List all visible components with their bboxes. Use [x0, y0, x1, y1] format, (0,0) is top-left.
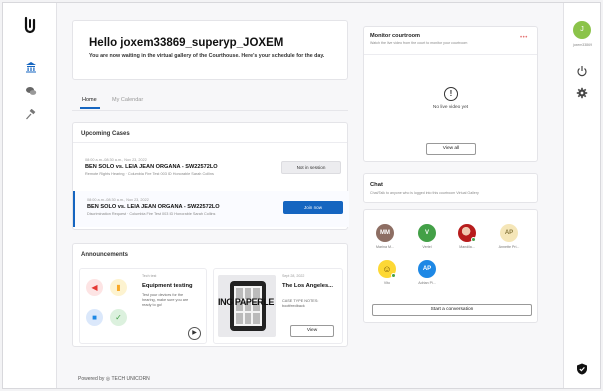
image-headline: ING PAPERLE: [218, 297, 274, 307]
tab-my-calendar[interactable]: My Calendar: [112, 97, 143, 103]
monitor-title: Monitor courtroom: [370, 33, 421, 39]
chat-bubbles-icon[interactable]: [25, 85, 37, 97]
audio-test-icon: ◀: [86, 279, 103, 296]
participant[interactable]: MM Marina M...: [372, 224, 398, 252]
view-announcement-button[interactable]: View: [290, 325, 334, 337]
participants-card: MM Marina M... V Vertel Mandila... AP An…: [363, 209, 538, 323]
microphone-test-icon: ▮: [110, 279, 127, 296]
settings-gear-icon[interactable]: [575, 87, 589, 101]
announcements-title: Announcements: [81, 252, 129, 258]
announcement-equipment-testing[interactable]: ◀ ▮ ■ ✓ Tech test Equipment testing Test…: [79, 268, 207, 344]
participant[interactable]: AP Adrian Pi...: [414, 260, 440, 288]
announcement-title: The Los Angeles...: [282, 283, 334, 289]
case-name: BEN SOLO vs. LEIA JEAN ORGANA - SW22572L…: [85, 164, 218, 170]
announcement-label: Tech test: [142, 274, 157, 278]
play-icon[interactable]: ▶: [188, 327, 201, 340]
participant-name: Vito: [383, 281, 391, 285]
participant-avatar: AP: [500, 224, 518, 242]
no-video-text: No live video yet: [432, 105, 469, 110]
participant-name: Annette Pri...: [498, 245, 520, 249]
user-name: joxem33869: [572, 43, 593, 47]
announcement-body: Test your devices for the hearing, make …: [142, 293, 189, 308]
announcement-body: CASE TYPE NOTES: bootfeedback: [282, 299, 319, 309]
tab-divider: [72, 110, 348, 111]
monitor-subtitle: Watch the live video from the court to m…: [370, 41, 468, 45]
case-name: BEN SOLO vs. LEIA JEAN ORGANA - SW22572L…: [87, 204, 220, 210]
upcoming-cases-card: Upcoming Cases 08:00 a.m.-08:30 a.m., No…: [72, 122, 349, 230]
participant-avatar: MM: [376, 224, 394, 242]
participant-avatar: AP: [418, 260, 436, 278]
case-row[interactable]: 08:00 a.m.-08:30 a.m., Nov 23, 2022 BEN …: [73, 191, 349, 227]
right-sidebar: J joxem33869: [563, 3, 600, 388]
case-detail: Discrimination Request · Columbia Fire T…: [87, 212, 216, 216]
gavel-icon[interactable]: [25, 108, 37, 121]
participant-avatar: V: [418, 224, 436, 242]
left-sidebar: [3, 3, 57, 388]
app-logo-icon[interactable]: [23, 16, 37, 34]
alert-circle-icon: !: [444, 87, 458, 101]
join-now-button[interactable]: Join now: [283, 201, 343, 214]
announcement-image: ING PAPERLE: [218, 275, 276, 337]
chat-card: Chat Chat/Talk to anyone who is logged i…: [363, 173, 538, 203]
welcome-subtitle: You are now waiting in the virtual galle…: [89, 53, 325, 59]
section-divider: [73, 142, 347, 143]
chat-title: Chat: [370, 182, 383, 188]
monitor-header: Monitor courtroom Watch the live video f…: [364, 27, 537, 55]
camera-test-icon: ■: [86, 309, 103, 326]
monitor-courtroom-card: Monitor courtroom Watch the live video f…: [363, 26, 538, 162]
participant[interactable]: Mandila...: [454, 224, 480, 252]
chat-subtitle: Chat/Talk to anyone who is logged into t…: [370, 191, 479, 195]
view-all-button[interactable]: View all: [426, 143, 476, 155]
participant-name: Mandila...: [459, 245, 475, 249]
power-icon[interactable]: [575, 65, 589, 79]
powered-by-footer: Powered by ◎ TECH UNICORN: [78, 376, 150, 382]
participant[interactable]: V Vertel: [414, 224, 440, 252]
announcement-date: Sept 28, 2022: [282, 274, 305, 278]
participant-name: Marina M...: [376, 245, 394, 249]
not-in-session-button[interactable]: Not in session: [281, 161, 341, 174]
shield-check-icon[interactable]: [575, 363, 589, 377]
participant[interactable]: AP Annette Pri...: [496, 224, 522, 252]
case-time: 08:00 a.m.-08:30 a.m., Nov 23, 2022: [85, 158, 147, 162]
check-complete-icon: ✓: [110, 309, 127, 326]
participant-name: Vertel: [422, 245, 432, 249]
online-status-dot: [391, 273, 396, 278]
welcome-title: Hello joxem33869_superyp_JOXEM: [89, 37, 284, 49]
online-status-dot: [471, 237, 476, 242]
courthouse-icon[interactable]: [25, 61, 37, 73]
welcome-card: Hello joxem33869_superyp_JOXEM You are n…: [72, 20, 348, 80]
announcement-title: Equipment testing: [142, 283, 193, 289]
case-time: 08:00 a.m.-08:30 a.m., Nov 23, 2022: [87, 198, 149, 202]
participant[interactable]: ☺ Vito: [374, 260, 400, 288]
case-row[interactable]: 08:00 a.m.-08:30 a.m., Nov 23, 2022 BEN …: [73, 151, 349, 187]
more-options-icon[interactable]: •••: [520, 35, 528, 41]
active-tab-indicator: [80, 107, 100, 109]
start-conversation-button[interactable]: Start a conversation: [372, 304, 532, 316]
tab-bar: Home My Calendar: [80, 97, 345, 109]
upcoming-cases-title: Upcoming Cases: [81, 131, 130, 137]
tab-home[interactable]: Home: [82, 97, 97, 103]
announcements-card: Announcements ◀ ▮ ■ ✓ Tech test Equipmen…: [72, 243, 348, 347]
participant-name: Adrian Pi...: [418, 281, 436, 285]
user-avatar[interactable]: J: [573, 21, 591, 39]
case-detail: Remote Rights Hearing · Columbia Fire Te…: [85, 172, 214, 176]
announcement-los-angeles[interactable]: ING PAPERLE Sept 28, 2022 The Los Angele…: [213, 268, 343, 344]
